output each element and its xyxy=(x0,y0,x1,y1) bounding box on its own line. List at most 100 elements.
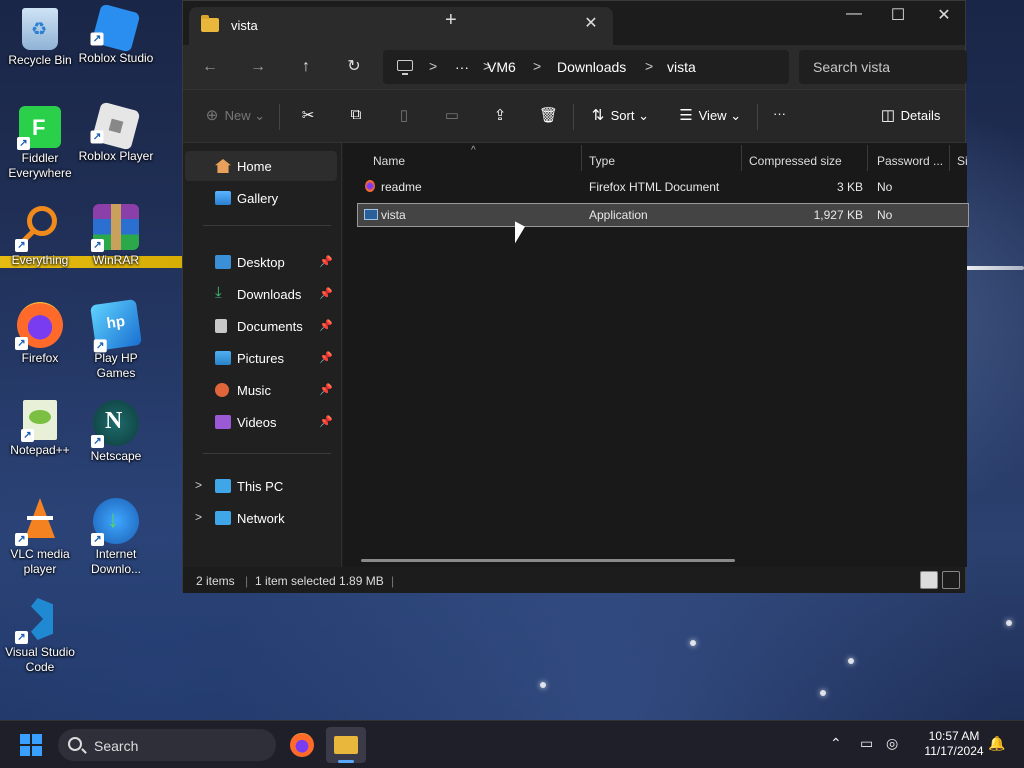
desktop-icon-roblox-studio[interactable]: ↗ Roblox Studio xyxy=(76,3,156,66)
close-button[interactable]: ✕ xyxy=(921,5,967,25)
cut-button[interactable]: ✂ xyxy=(299,106,317,124)
search-box[interactable] xyxy=(799,50,967,84)
copy-button[interactable]: ⧉ xyxy=(347,106,365,123)
system-clock[interactable]: 10:57 AM 11/17/2024 xyxy=(912,729,996,759)
delete-button[interactable]: 🗑 xyxy=(539,106,559,124)
details-view-button[interactable] xyxy=(920,571,938,589)
network-status-icon[interactable]: ◎ xyxy=(886,735,898,752)
search-input[interactable] xyxy=(799,50,967,84)
network-icon xyxy=(215,511,231,525)
taskbar-search[interactable]: Search xyxy=(58,729,276,761)
rename-button[interactable]: ▭ xyxy=(443,106,461,124)
plus-icon: ⊕ xyxy=(205,107,219,124)
up-button[interactable]: ↑ xyxy=(293,55,319,79)
nav-this-pc[interactable]: > This PC xyxy=(185,471,337,501)
tab-close-button[interactable]: ✕ xyxy=(579,13,603,33)
everything-icon: ↗ xyxy=(15,204,63,252)
gallery-icon xyxy=(215,191,231,205)
selection-info: 1 item selected 1.89 MB xyxy=(255,574,384,588)
details-pane-button[interactable]: ◫ Details xyxy=(879,106,940,124)
column-header-password[interactable]: Password ... xyxy=(877,149,953,173)
maximize-button[interactable]: ☐ xyxy=(875,5,921,25)
nav-documents[interactable]: Documents 📌 xyxy=(185,311,337,341)
desktop-icon-vlc[interactable]: ↗ VLC media player xyxy=(0,498,80,577)
desktop-icon-everything[interactable]: ↗ Everything xyxy=(0,204,80,268)
search-icon xyxy=(68,737,82,751)
taskbar-file-explorer[interactable] xyxy=(326,727,366,763)
folder-icon xyxy=(334,736,358,754)
wallpaper-dot xyxy=(820,690,826,696)
trash-icon: 🗑 xyxy=(539,107,559,124)
nav-videos[interactable]: Videos 📌 xyxy=(185,407,337,437)
breadcrumb-separator: > xyxy=(429,58,438,74)
refresh-button[interactable]: ↻ xyxy=(341,55,367,79)
breadcrumb-vm6[interactable]: VM6 xyxy=(487,59,516,75)
desktop-icon-winrar[interactable]: ↗ WinRAR xyxy=(76,204,156,268)
column-divider[interactable] xyxy=(741,145,742,171)
nav-desktop[interactable]: Desktop 📌 xyxy=(185,247,337,277)
desktop-icon-roblox-player[interactable]: ↗ Roblox Player xyxy=(76,101,156,164)
nav-divider xyxy=(203,453,331,454)
forward-button[interactable]: → xyxy=(245,55,271,79)
share-button[interactable]: ⇪ xyxy=(491,106,509,124)
clock-time: 10:57 AM xyxy=(928,729,980,743)
new-tab-button[interactable]: + xyxy=(445,9,457,32)
pane-splitter[interactable] xyxy=(341,143,342,567)
tiles-view-button[interactable] xyxy=(942,571,960,589)
nav-gallery[interactable]: Gallery xyxy=(185,183,337,213)
toolbar-divider xyxy=(757,104,758,130)
desktop-icon-fiddler[interactable]: F ↗ Fiddler Everywhere xyxy=(0,106,80,181)
table-row[interactable]: vista Application 1,927 KB No xyxy=(357,203,969,227)
tab-vista[interactable]: vista ✕ xyxy=(189,7,613,45)
desktop-icon-idm[interactable]: ↓ ↗ Internet Downlo... xyxy=(76,498,156,577)
column-divider[interactable] xyxy=(867,145,868,171)
roblox-studio-icon: ↗ xyxy=(90,3,141,53)
column-divider[interactable] xyxy=(581,145,582,171)
chevron-right-icon[interactable]: > xyxy=(195,510,202,524)
minimize-button[interactable]: — xyxy=(831,5,877,23)
breadcrumb-separator: > xyxy=(645,58,654,74)
address-bar[interactable]: > ··· > VM6 > Downloads > vista xyxy=(383,50,789,84)
breadcrumb-overflow[interactable]: ··· xyxy=(455,59,469,75)
nav-home[interactable]: Home xyxy=(185,151,337,181)
videos-icon xyxy=(215,415,231,429)
nav-network[interactable]: > Network xyxy=(185,503,337,533)
chevron-up-icon[interactable]: ⌃ xyxy=(830,735,842,752)
taskbar-firefox[interactable] xyxy=(282,727,322,763)
more-options-button[interactable]: ··· xyxy=(773,106,786,121)
horizontal-scrollbar[interactable] xyxy=(361,559,735,562)
desktop-icon-netscape[interactable]: N ↗ Netscape xyxy=(76,400,156,464)
breadcrumb-vista[interactable]: vista xyxy=(667,59,696,75)
column-header-type[interactable]: Type xyxy=(589,149,739,173)
nav-downloads[interactable]: ⤓ Downloads 📌 xyxy=(185,279,337,309)
back-button[interactable]: ← xyxy=(197,55,223,79)
desktop-icon-vscode[interactable]: ↗ Visual Studio Code xyxy=(0,596,80,675)
windows-logo-icon xyxy=(20,734,30,744)
desktop-icon-firefox[interactable]: ↗ Firefox xyxy=(0,302,80,366)
nav-pictures[interactable]: Pictures 📌 xyxy=(185,343,337,373)
pin-icon: 📌 xyxy=(319,416,333,428)
desktop-icon-recycle-bin[interactable]: ♻ Recycle Bin xyxy=(0,8,80,68)
chevron-right-icon[interactable]: > xyxy=(195,478,202,492)
desktop-icon-notepadpp[interactable]: ↗ Notepad++ xyxy=(0,400,80,458)
sort-button[interactable]: ⇅ Sort ⌄ xyxy=(589,106,649,124)
desktop-icon-hp-games[interactable]: hp ↗ Play HP Games xyxy=(76,299,156,381)
item-count: 2 items xyxy=(196,574,235,588)
column-divider[interactable] xyxy=(949,145,950,171)
paste-button[interactable]: ▯ xyxy=(395,106,413,124)
view-button[interactable]: ☰ View ⌄ xyxy=(677,106,741,124)
file-type: Firefox HTML Document xyxy=(589,180,720,194)
notification-bell-icon[interactable]: 🔔 xyxy=(988,735,1005,752)
start-button[interactable] xyxy=(20,734,42,756)
wallpaper-dot xyxy=(1006,620,1012,626)
display-icon[interactable]: ▭ xyxy=(860,735,873,752)
table-row[interactable]: readme Firefox HTML Document 3 KB No xyxy=(357,175,969,199)
sort-ascending-icon: ^ xyxy=(471,145,476,156)
nav-music[interactable]: Music 📌 xyxy=(185,375,337,405)
new-button[interactable]: ⊕ New ⌄ xyxy=(203,106,265,124)
breadcrumb-downloads[interactable]: Downloads xyxy=(557,59,626,75)
taskbar: Search ⌃ ▭ ◎ 10:57 AM 11/17/2024 🔔 xyxy=(0,720,1024,768)
column-header-compressed-size[interactable]: Compressed size xyxy=(749,149,869,173)
column-header-size[interactable]: Si xyxy=(957,149,967,173)
pin-icon: 📌 xyxy=(319,288,333,300)
